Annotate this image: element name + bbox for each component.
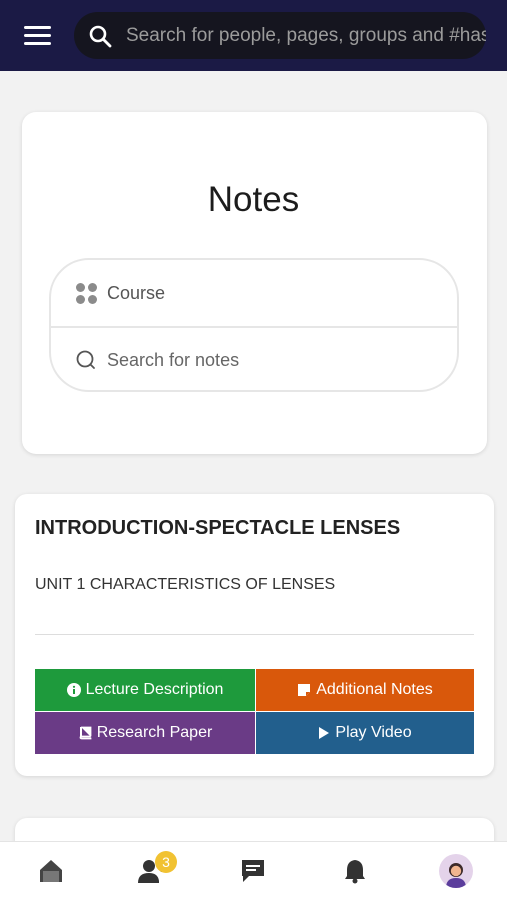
additional-notes-button[interactable]: Additional Notes — [256, 669, 474, 711]
global-search-input[interactable] — [126, 24, 486, 47]
lecture-description-label: Lecture Description — [85, 681, 224, 698]
home-icon — [39, 860, 62, 882]
global-search-bar[interactable] — [74, 12, 486, 59]
sticky-note-icon — [297, 683, 311, 697]
lecture-unit: UNIT 1 CHARACTERISTICS OF LENSES — [35, 576, 336, 593]
bottom-nav: 3 — [0, 841, 507, 900]
search-icon — [89, 25, 112, 47]
nav-friends[interactable]: 3 — [127, 846, 178, 896]
nav-home[interactable] — [26, 846, 76, 896]
book-icon — [78, 726, 92, 740]
nav-messages[interactable] — [228, 846, 278, 896]
play-video-button[interactable]: Play Video — [256, 712, 474, 754]
menu-icon[interactable] — [24, 26, 51, 46]
lecture-title: INTRODUCTION-SPECTACLE LENSES — [35, 517, 401, 539]
play-video-label: Play Video — [335, 724, 412, 741]
top-bar — [0, 0, 507, 71]
search-icon — [75, 349, 97, 371]
notes-search-row[interactable] — [51, 326, 457, 390]
bell-icon — [344, 860, 365, 884]
divider — [35, 634, 474, 635]
nav-notifications[interactable] — [330, 846, 380, 896]
notes-search-input[interactable] — [107, 349, 407, 371]
research-paper-label: Research Paper — [96, 724, 213, 741]
page-title: Notes — [207, 180, 300, 219]
grid-dots-icon — [75, 282, 97, 304]
friend-requests-badge: 3 — [155, 851, 178, 873]
research-paper-button[interactable]: Research Paper — [35, 712, 255, 754]
course-label: Course — [107, 282, 166, 303]
notes-filter-box: Course — [49, 258, 459, 392]
avatar — [439, 854, 474, 888]
lecture-description-button[interactable]: Lecture Description — [35, 669, 255, 711]
lecture-actions: Lecture Description Additional Notes Res… — [35, 669, 474, 754]
additional-notes-label: Additional Notes — [316, 681, 433, 698]
play-icon — [318, 726, 330, 740]
nav-profile[interactable] — [431, 846, 481, 896]
lecture-card: INTRODUCTION-SPECTACLE LENSES UNIT 1 CHA… — [15, 494, 494, 776]
course-select[interactable]: Course — [51, 260, 457, 326]
info-icon — [66, 683, 81, 697]
chat-icon — [242, 860, 265, 882]
